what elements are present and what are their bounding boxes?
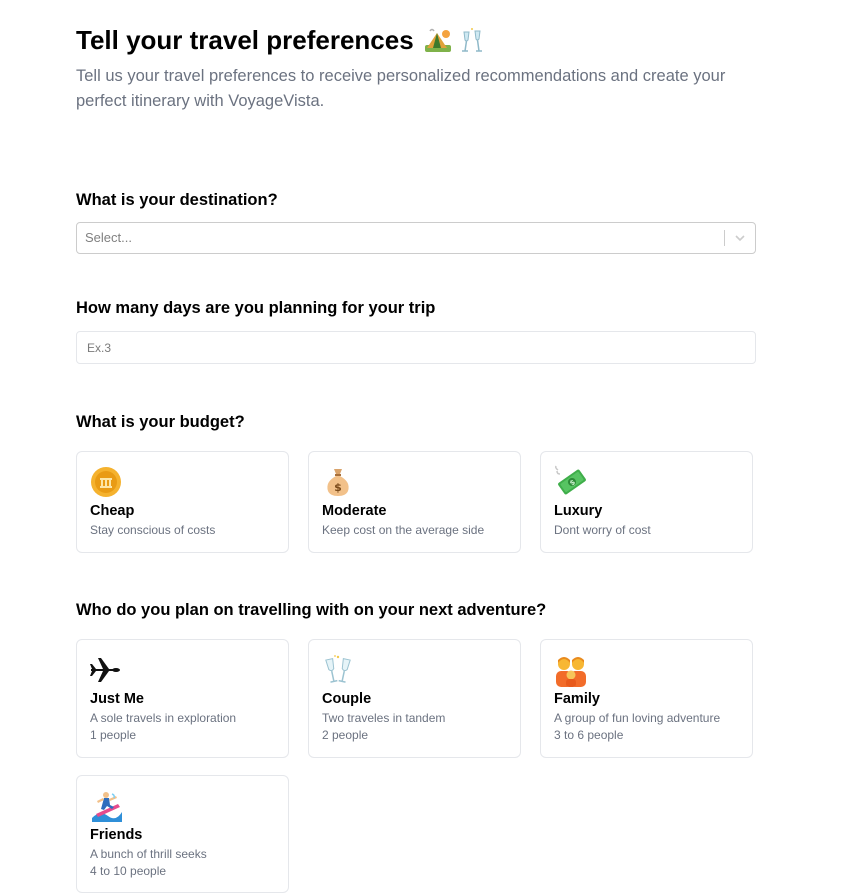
travelers-option-people: 4 to 10 people: [90, 864, 167, 878]
travelers-option-title: Family: [554, 691, 600, 707]
airplane-icon: [90, 658, 120, 682]
budget-option-cheap[interactable]: Cheap Stay conscious of costs: [76, 451, 289, 553]
travelers-option-people: 2 people: [322, 728, 369, 742]
travelers-option-title: Friends: [90, 827, 143, 843]
budget-question: What is your budget?: [76, 413, 245, 431]
budget-option-desc: Keep cost on the average side: [322, 523, 485, 537]
travel-preferences-page: Tell your travel preferences Tell us you…: [0, 0, 846, 895]
travelers-option-family[interactable]: Family A group of fun loving adventure 3…: [540, 639, 753, 758]
family-icon: [556, 657, 586, 687]
travelers-option-just-me[interactable]: Just Me A sole travels in exploration 1 …: [76, 639, 289, 758]
chevron-down-icon[interactable]: [734, 232, 746, 244]
budget-option-desc: Stay conscious of costs: [90, 523, 216, 537]
travelers-option-people: 3 to 6 people: [554, 728, 624, 742]
travelers-option-desc: A bunch of thrill seeks: [90, 847, 207, 861]
travelers-option-desc: A group of fun loving adventure: [554, 711, 721, 725]
camping-icon: [424, 28, 451, 52]
budget-option-title: Luxury: [554, 503, 603, 519]
destination-select[interactable]: Select...: [76, 222, 756, 254]
budget-option-title: Moderate: [322, 503, 387, 519]
travelers-option-desc: Two traveles in tandem: [322, 711, 446, 725]
clinking-glasses-icon: [461, 28, 482, 52]
surfer-icon: [92, 792, 122, 822]
svg-text:$: $: [334, 481, 342, 494]
travelers-question: Who do you plan on travelling with on yo…: [76, 601, 547, 619]
travelers-option-people: 1 people: [90, 728, 137, 742]
budget-option-moderate[interactable]: $ Moderate Keep cost on the average side: [308, 451, 521, 553]
flying-money-icon: $: [555, 465, 586, 495]
days-input[interactable]: [76, 331, 756, 364]
travelers-option-title: Couple: [322, 691, 372, 707]
page-title: Tell your travel preferences: [76, 22, 486, 58]
page-subtitle: Tell us your travel preferences to recei…: [76, 67, 726, 110]
budget-option-title: Cheap: [90, 503, 135, 519]
travelers-option-couple[interactable]: Couple Two traveles in tandem 2 people: [308, 639, 521, 758]
travelers-option-title: Just Me: [90, 691, 144, 707]
select-separator: [724, 230, 725, 246]
travelers-option-desc: A sole travels in exploration: [90, 711, 237, 725]
coin-icon: [91, 467, 121, 497]
page-title-text: Tell your travel preferences: [76, 25, 414, 55]
budget-option-luxury[interactable]: $ Luxury Dont worry of cost: [540, 451, 753, 553]
budget-option-desc: Dont worry of cost: [554, 523, 651, 537]
days-question: How many days are you planning for your …: [76, 299, 436, 317]
destination-select-placeholder: Select...: [85, 230, 132, 245]
travelers-option-friends[interactable]: Friends A bunch of thrill seeks 4 to 10 …: [76, 775, 289, 893]
money-bag-icon: $: [327, 469, 349, 496]
clinking-glasses-icon: [325, 655, 351, 683]
destination-question: What is your destination?: [76, 191, 278, 209]
